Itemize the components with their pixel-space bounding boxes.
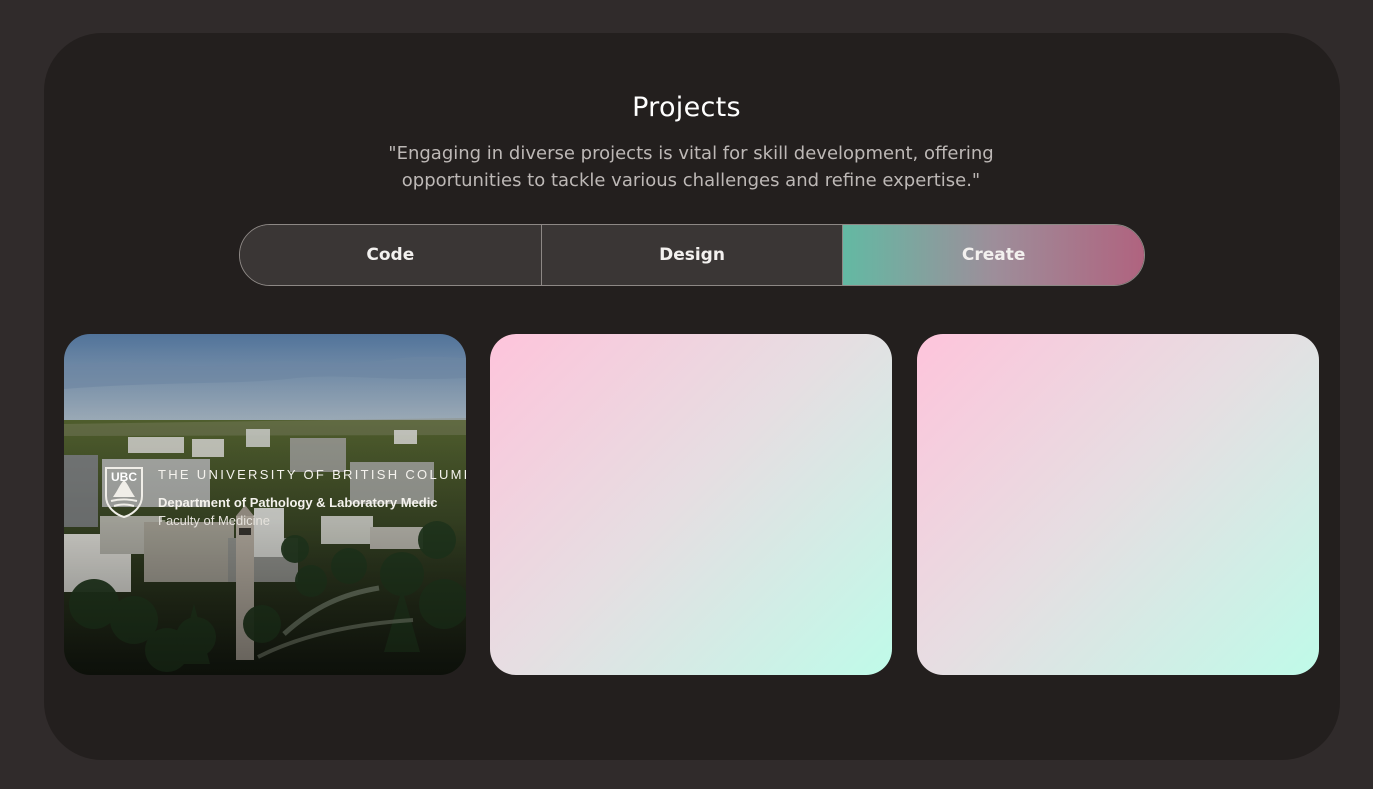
ubc-faculty-name: Faculty of Medicine: [158, 513, 270, 528]
ubc-university-name: THE UNIVERSITY OF BRITISH COLUMB: [158, 467, 466, 482]
tab-design[interactable]: Design: [540, 225, 843, 285]
project-card-placeholder-2[interactable]: [490, 334, 892, 675]
project-card-ubc[interactable]: UBC THE UNIVERSITY OF BRITISH COLUMB Dep…: [64, 334, 466, 675]
project-card-placeholder-3[interactable]: [917, 334, 1319, 675]
page-subtitle: "Engaging in diverse projects is vital f…: [388, 143, 994, 191]
ubc-campus-image: UBC THE UNIVERSITY OF BRITISH COLUMB Dep…: [64, 334, 466, 675]
project-category-tabs: Code Design Create: [239, 224, 1145, 286]
page-title: Projects: [632, 92, 741, 123]
tab-create[interactable]: Create: [842, 225, 1144, 285]
tab-code[interactable]: Code: [240, 225, 541, 285]
ubc-logo-badge: UBC: [111, 470, 137, 484]
ubc-department-name: Department of Pathology & Laboratory Med…: [158, 495, 438, 510]
